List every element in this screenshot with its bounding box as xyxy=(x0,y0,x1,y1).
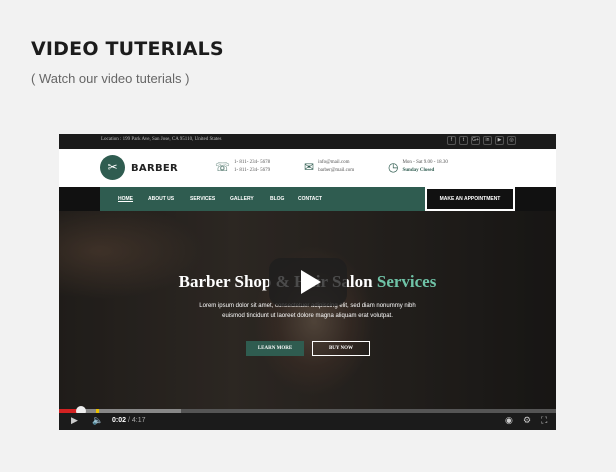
time-display: 0:02 / 4:17 xyxy=(112,417,146,424)
appointment-button: MAKE AN APPOINTMENT xyxy=(425,187,515,211)
nav-home: HOME xyxy=(118,196,133,202)
twitter-icon: t xyxy=(459,136,468,145)
email-line-2: barber@mail.com xyxy=(318,168,355,173)
play-icon[interactable]: ▶ xyxy=(71,415,78,427)
section-subtitle: ( Watch our video tuterials ) xyxy=(31,71,190,86)
linkedin-icon: in xyxy=(483,136,492,145)
phone-line-1: 1- 811- 234- 5678 xyxy=(234,160,271,165)
play-button[interactable] xyxy=(269,258,347,306)
hours-line-2: Sunday Closed xyxy=(402,168,435,173)
fullscreen-icon[interactable]: ⛶ xyxy=(541,415,547,427)
buy-now-button: BUY NOW xyxy=(312,341,370,356)
email-info: ✉ info@mail.com barber@mail.com xyxy=(304,159,354,175)
hours-info: ◷ Mon - Sat 9.00 - 18.30 Sunday Closed xyxy=(388,159,448,175)
nav-contact: CONTACT xyxy=(298,196,323,202)
nav-about: ABOUT US xyxy=(148,196,175,202)
duration: 4:17 xyxy=(131,417,146,424)
player-controls: ▶ 🔈 0:02 / 4:17 ◉ ⚙ ⛶ xyxy=(59,413,556,430)
nav-gallery: GALLERY xyxy=(230,196,254,202)
instagram-icon: ◎ xyxy=(507,136,516,145)
scissors-logo-icon: ✂ xyxy=(100,155,125,180)
phone-line-2: 1- 811- 234- 5679 xyxy=(234,168,271,173)
site-brand: BARBER xyxy=(131,163,179,174)
nav-blog: BLOG xyxy=(270,196,285,202)
current-time: 0:02 xyxy=(112,417,127,424)
captions-icon[interactable]: ◉ xyxy=(505,415,513,427)
learn-more-button: LEARN MORE xyxy=(246,341,304,356)
video-player[interactable]: Location : 199 Park Ave, San Jose, CA 95… xyxy=(59,134,556,430)
clock-icon: ◷ xyxy=(388,160,399,174)
nav-services: SERVICES xyxy=(190,196,216,202)
hero-banner: Barber Shop & Hair Salon Services Lorem … xyxy=(59,211,556,409)
settings-gear-icon[interactable]: ⚙ xyxy=(523,415,531,427)
phone-icon: ☏ xyxy=(215,160,231,174)
youtube-icon: ▶ xyxy=(495,136,504,145)
phone-info: ☏ 1- 811- 234- 5678 1- 811- 234- 5679 xyxy=(215,159,270,175)
section-title: VIDEO TUTERIALS xyxy=(31,38,224,60)
site-header: ✂ BARBER ☏ 1- 811- 234- 5678 1- 811- 234… xyxy=(59,149,556,187)
hours-line-1: Mon - Sat 9.00 - 18.30 xyxy=(402,160,448,165)
site-location: Location : 199 Park Ave, San Jose, CA 95… xyxy=(101,137,222,142)
email-line-1: info@mail.com xyxy=(318,160,350,165)
google-plus-icon: G+ xyxy=(471,136,480,145)
site-nav: HOME ABOUT US SERVICES GALLERY BLOG CONT… xyxy=(100,187,515,211)
social-links: f t G+ in ▶ ◎ xyxy=(447,136,516,145)
site-topbar: Location : 199 Park Ave, San Jose, CA 95… xyxy=(59,134,556,149)
facebook-icon: f xyxy=(447,136,456,145)
mail-icon: ✉ xyxy=(304,160,315,174)
volume-icon[interactable]: 🔈 xyxy=(92,415,103,427)
